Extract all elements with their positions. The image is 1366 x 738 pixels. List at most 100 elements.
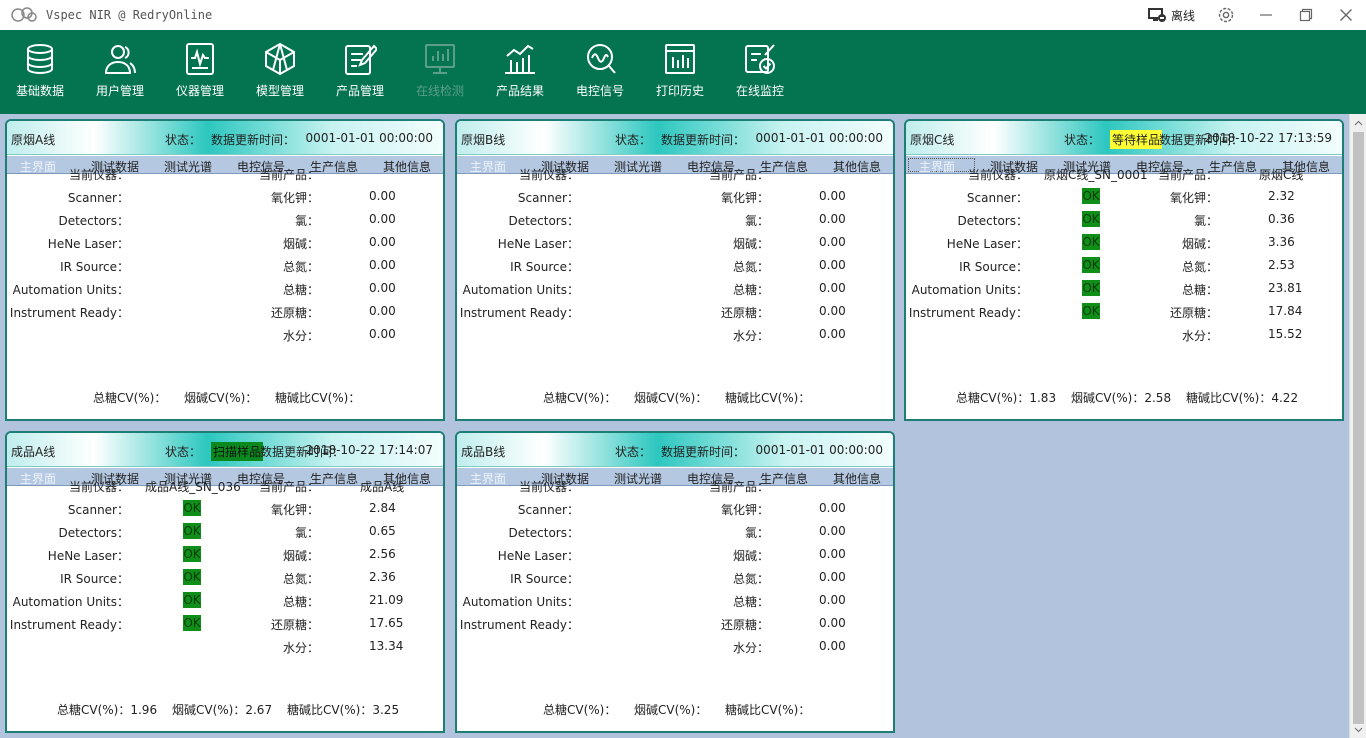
instrument-status-label: Automation Units： xyxy=(12,283,129,297)
panel-tab[interactable]: 主界面 xyxy=(20,470,56,487)
component-label: 总氮： xyxy=(282,260,319,274)
component-label: 氯： xyxy=(294,214,319,228)
settings-button[interactable] xyxy=(1215,5,1237,25)
update-time-label: 数据更新时间： xyxy=(661,445,746,459)
cv-value: 2.58 xyxy=(1144,391,1172,405)
vertical-scrollbar[interactable] xyxy=(1349,114,1366,738)
component-label: 总糖： xyxy=(282,595,319,609)
instrument-status-label: Scanner： xyxy=(67,503,129,517)
monitor-icon xyxy=(745,44,775,74)
component-label: 总糖： xyxy=(1181,283,1218,297)
current-instrument-label: 当前仪器： xyxy=(68,168,129,182)
component-value: 21.09 xyxy=(369,593,404,607)
panel-tab[interactable]: 测试光谱 xyxy=(614,158,662,175)
panel-tab[interactable]: 其他信息 xyxy=(833,158,881,175)
cv-item: 烟碱CV(%)：2.58 xyxy=(1071,389,1171,406)
panel-tab[interactable]: 其他信息 xyxy=(383,158,431,175)
toolbar-online-monitor[interactable]: 在线监控 xyxy=(720,42,800,108)
component-value: 0.00 xyxy=(819,189,846,203)
panel-header: 原烟C线 状态： 等待样品 数据更新时间： 2018-10-22 17:13:59 xyxy=(906,121,1342,155)
component-label: 总氮： xyxy=(282,572,319,586)
ok-indicator: OK xyxy=(183,592,201,608)
component-label: 还原糖： xyxy=(270,618,319,632)
cv-value: 3.25 xyxy=(372,703,400,717)
panel-tab[interactable]: 主界面 xyxy=(470,470,506,487)
minimize-button[interactable] xyxy=(1255,5,1277,25)
toolbar-model-management[interactable]: 模型管理 xyxy=(240,42,320,108)
toolbar-instrument-management[interactable]: 仪器管理 xyxy=(160,42,240,108)
instrument-status-label: HeNe Laser： xyxy=(497,549,579,563)
component-label: 氯： xyxy=(744,214,769,228)
cv-label: 烟碱CV(%)： xyxy=(172,703,246,717)
toolbar-control-signal[interactable]: 电控信号 xyxy=(560,42,640,108)
component-value: 0.00 xyxy=(369,212,396,226)
toolbar-user-management[interactable]: 用户管理 xyxy=(80,42,160,108)
ok-indicator: OK xyxy=(183,523,201,539)
update-time-label: 数据更新时间： xyxy=(661,133,746,147)
panel-header: 原烟B线 状态： 数据更新时间： 0001-01-01 00:00:00 xyxy=(457,121,893,155)
instrument-status-label: Instrument Ready： xyxy=(908,306,1028,320)
status-badge: 扫描样品 xyxy=(211,442,264,461)
scroll-up-button[interactable] xyxy=(1350,114,1366,131)
panel-tab[interactable]: 测试光谱 xyxy=(164,158,212,175)
cv-label: 糖碱比CV(%)： xyxy=(725,703,811,717)
component-label: 还原糖： xyxy=(720,618,769,632)
online-detect-icon xyxy=(425,44,455,74)
component-label: 氧化钾： xyxy=(270,503,319,517)
connection-status[interactable]: 离线 xyxy=(1171,7,1195,24)
component-label: 总氮： xyxy=(732,260,769,274)
panel-tab[interactable]: 测试光谱 xyxy=(614,470,662,487)
ok-indicator: OK xyxy=(183,615,201,631)
instrument-status-label: IR Source： xyxy=(959,260,1028,274)
component-value: 0.00 xyxy=(819,258,846,272)
instrument-status-label: HeNe Laser： xyxy=(47,549,129,563)
status-label: 状态： xyxy=(1064,133,1101,147)
toolbar-product-results[interactable]: 产品结果 xyxy=(480,42,560,108)
status-label: 状态： xyxy=(615,445,652,459)
scroll-down-button[interactable] xyxy=(1350,721,1366,738)
toolbar-print-history[interactable]: 打印历史 xyxy=(640,42,720,108)
status-label: 状态： xyxy=(165,445,202,459)
line-panel: 原烟B线 状态： 数据更新时间： 0001-01-01 00:00:00 主界面 测试数据… xyxy=(455,119,895,421)
offline-monitor-icon[interactable] xyxy=(1147,7,1167,23)
cv-item: 烟碱CV(%)： xyxy=(634,389,707,406)
restore-icon xyxy=(1299,8,1313,22)
component-value: 2.53 xyxy=(1268,258,1295,272)
signal-icon xyxy=(587,44,616,74)
component-label: 总氮： xyxy=(1181,260,1218,274)
update-time-value: 0001-01-01 00:00:00 xyxy=(755,443,883,457)
instrument-status-label: Detectors： xyxy=(508,526,579,540)
panel-header: 成品B线 状态： 数据更新时间： 0001-01-01 00:00:00 xyxy=(457,433,893,467)
instrument-status-label: Automation Units： xyxy=(12,595,129,609)
panel-line-name: 成品A线 xyxy=(11,445,56,459)
toolbar-product-management[interactable]: 产品管理 xyxy=(320,42,400,108)
panel-tab[interactable]: 主界面 xyxy=(470,158,506,175)
component-label: 氯： xyxy=(294,526,319,540)
cv-label: 总糖CV(%)： xyxy=(956,391,1030,405)
cv-item: 烟碱CV(%)：2.67 xyxy=(172,701,272,718)
component-value: 0.00 xyxy=(819,547,846,561)
cv-item: 糖碱比CV(%)： xyxy=(725,389,810,406)
component-value: 15.52 xyxy=(1268,327,1303,341)
component-value: 13.34 xyxy=(369,639,404,653)
cv-item: 糖碱比CV(%)：4.22 xyxy=(1186,389,1298,406)
panel-tab[interactable]: 主界面 xyxy=(20,158,56,175)
ok-indicator: OK xyxy=(1082,188,1100,204)
component-value: 2.56 xyxy=(369,547,396,561)
ok-indicator: OK xyxy=(1082,211,1100,227)
cv-item: 糖碱比CV(%)：3.25 xyxy=(287,701,399,718)
cv-value: 2.67 xyxy=(245,703,273,717)
panel-line-name: 原烟A线 xyxy=(11,133,56,147)
component-value: 0.00 xyxy=(819,639,846,653)
cv-label: 总糖CV(%)： xyxy=(543,703,617,717)
scroll-thumb[interactable] xyxy=(1353,132,1364,724)
panel-tab[interactable]: 主界面 xyxy=(919,158,955,175)
close-icon xyxy=(1340,9,1352,21)
component-label: 总氮： xyxy=(732,572,769,586)
toolbar-online-detection: 在线检测 xyxy=(400,42,480,108)
toolbar-basic-data[interactable]: 基础数据 xyxy=(0,42,80,108)
restore-button[interactable] xyxy=(1295,5,1317,25)
panel-tab[interactable]: 其他信息 xyxy=(833,470,881,487)
instrument-status-label: Detectors： xyxy=(58,526,129,540)
close-button[interactable] xyxy=(1335,5,1357,25)
